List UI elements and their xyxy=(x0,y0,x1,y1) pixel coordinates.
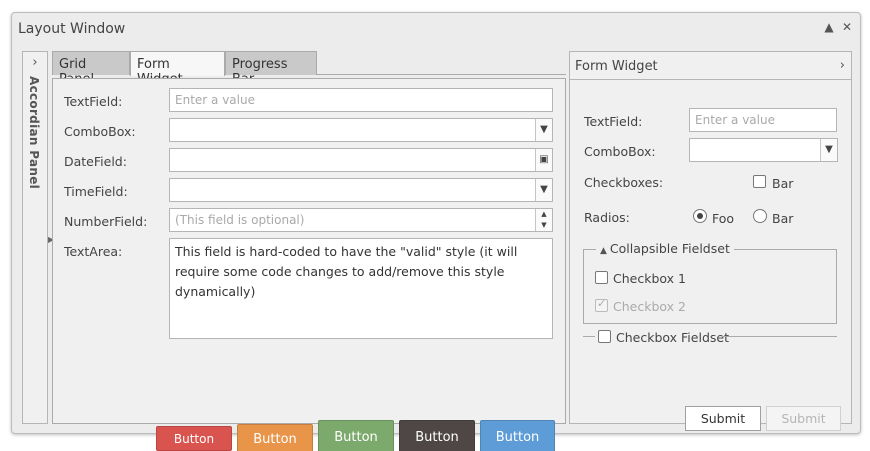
textarea-input[interactable]: This field is hard-coded to have the "va… xyxy=(169,238,553,339)
checkbox-2-label: Checkbox 2 xyxy=(613,299,686,314)
collapsible-fieldset-legend[interactable]: ▲ Collapsible Fieldset xyxy=(596,241,734,256)
tab-bar: Grid Panel Form Widget Progress Bar xyxy=(52,51,566,87)
button-green[interactable]: Button xyxy=(318,420,394,451)
collapse-triangle-icon[interactable]: ▲ xyxy=(600,246,607,256)
radio-bar[interactable] xyxy=(753,209,767,223)
checkbox-bar-label: Bar xyxy=(772,176,794,191)
tab-progress-bar[interactable]: Progress Bar xyxy=(225,51,317,87)
close-icon[interactable]: ✕ xyxy=(840,20,854,34)
checkbox-1[interactable] xyxy=(595,271,608,284)
radio-selected-dot xyxy=(697,213,703,219)
fieldset-line-left xyxy=(583,336,595,337)
chevron-up-icon[interactable]: ▲ xyxy=(822,20,836,34)
layout-window: Layout Window ▲ ✕ › Accordian Panel ▶ Gr… xyxy=(11,12,861,451)
calendar-icon[interactable]: ▣ xyxy=(535,149,552,171)
textfield-placeholder: Enter a value xyxy=(175,93,255,107)
fieldset-line-right xyxy=(722,336,837,337)
radio-foo-label: Foo xyxy=(712,211,735,226)
chevron-right-icon[interactable]: › xyxy=(840,58,845,73)
button-red[interactable]: Button xyxy=(156,426,232,451)
fp-textfield-input[interactable]: Enter a value xyxy=(689,108,837,132)
checkbox-1-label: Checkbox 1 xyxy=(613,271,686,286)
fp-textfield-placeholder: Enter a value xyxy=(695,113,775,127)
checkmark-icon: ✓ xyxy=(597,297,607,310)
button-orange[interactable]: Button xyxy=(237,424,313,451)
spin-down-icon[interactable]: ▼ xyxy=(536,220,552,231)
chevron-down-icon[interactable]: ▼ xyxy=(820,139,837,161)
datefield-label: DateField: xyxy=(64,154,127,169)
combobox-label: ComboBox: xyxy=(64,124,136,139)
fp-combobox-label: ComboBox: xyxy=(584,144,656,159)
button-dark[interactable]: Button xyxy=(399,420,475,451)
numberfield-placeholder: (This field is optional) xyxy=(175,213,305,227)
radio-foo[interactable] xyxy=(693,209,707,223)
submit-button-disabled: Submit xyxy=(766,406,841,431)
form-panel-title: Form Widget xyxy=(575,59,658,74)
chevron-down-icon[interactable]: ▼ xyxy=(535,179,552,201)
chevron-down-icon[interactable]: ▼ xyxy=(535,119,552,141)
combobox-input[interactable]: ▼ xyxy=(169,118,553,142)
checkbox-fieldset-legend: Checkbox Fieldset xyxy=(616,330,729,345)
textarea-label: TextArea: xyxy=(64,244,123,259)
textfield-label: TextField: xyxy=(64,94,123,109)
window-tools: ▲ ✕ xyxy=(822,20,854,34)
collapsible-fieldset-title: Collapsible Fieldset xyxy=(609,241,730,256)
checkbox-bar[interactable] xyxy=(753,175,766,188)
fp-combobox-input[interactable]: ▼ xyxy=(689,138,838,162)
textfield-input[interactable]: Enter a value xyxy=(169,88,553,112)
checkbox-2: ✓ xyxy=(595,297,608,312)
radio-bar-label: Bar xyxy=(772,211,794,226)
submit-button[interactable]: Submit xyxy=(685,406,761,431)
tab-panel: Grid Panel Form Widget Progress Bar Text… xyxy=(52,51,566,451)
fp-textfield-label: TextField: xyxy=(584,114,643,129)
numberfield-label: NumberField: xyxy=(64,214,148,229)
number-spinner[interactable]: ▲ ▼ xyxy=(535,209,552,231)
timefield-input[interactable]: ▼ xyxy=(169,178,553,202)
window-title: Layout Window xyxy=(18,21,126,37)
form-panel-header: Form Widget › xyxy=(570,52,851,80)
timefield-label: TimeField: xyxy=(64,184,128,199)
numberfield-input[interactable]: (This field is optional) ▲ ▼ xyxy=(169,208,553,232)
button-blue[interactable]: Button xyxy=(480,420,555,451)
tab-form-widget[interactable]: Form Widget xyxy=(130,51,225,87)
checkbox-fieldset-toggle[interactable] xyxy=(598,330,611,343)
accordion-title: Accordian Panel xyxy=(27,76,41,190)
fp-radios-label: Radios: xyxy=(584,210,630,225)
spin-up-icon[interactable]: ▲ xyxy=(536,209,552,220)
chevron-right-icon[interactable]: › xyxy=(28,56,42,70)
tab-grid-panel[interactable]: Grid Panel xyxy=(52,51,130,87)
form-widget-body: TextField: Enter a value ComboBox: ▼ Dat… xyxy=(52,78,566,451)
fp-checkboxes-label: Checkboxes: xyxy=(584,175,664,190)
accordion-panel[interactable]: › Accordian Panel xyxy=(22,51,48,424)
collapsible-fieldset: ▲ Collapsible Fieldset Checkbox 1 ✓ Check… xyxy=(583,241,837,324)
datefield-input[interactable]: ▣ xyxy=(169,148,553,172)
form-widget-panel: Form Widget › TextField: Enter a value C… xyxy=(569,51,852,431)
